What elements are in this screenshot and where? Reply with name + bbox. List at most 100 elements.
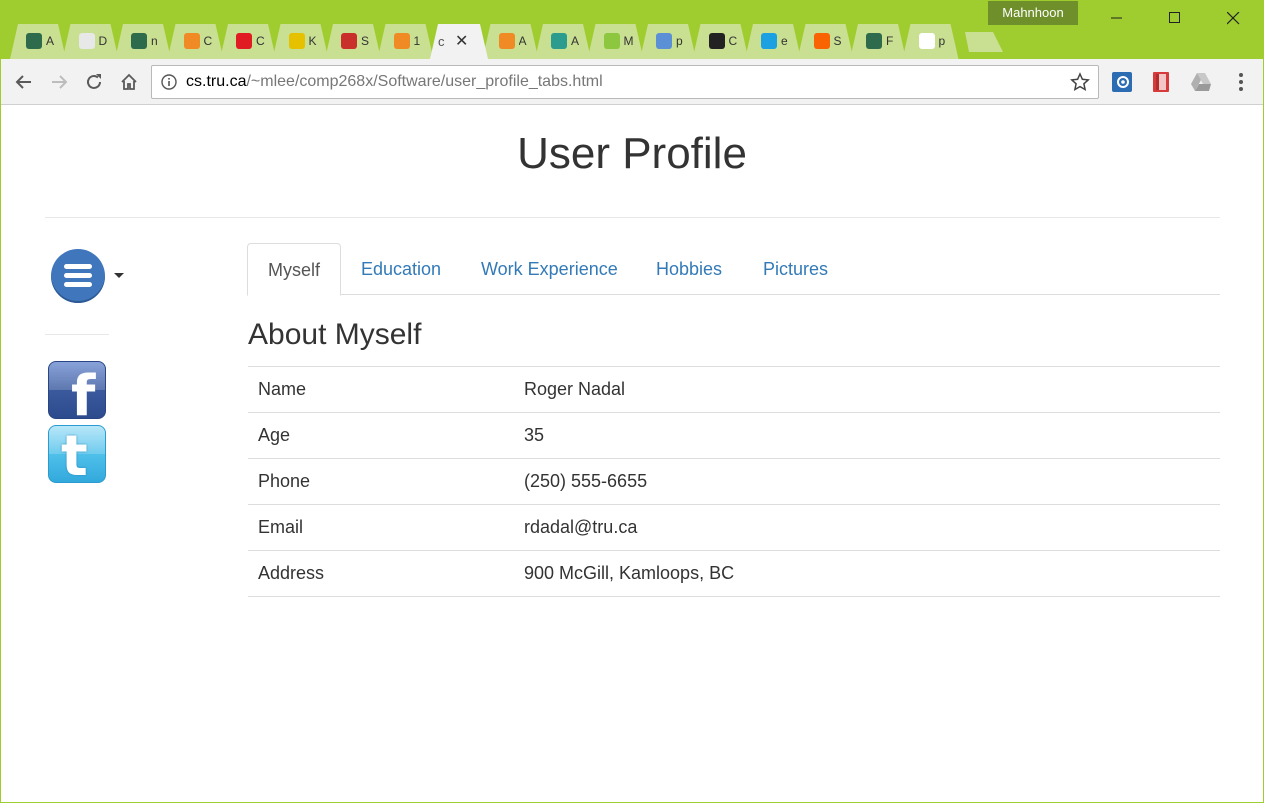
- facebook-link[interactable]: f: [48, 361, 106, 419]
- table-row: Phone (250) 555-6655: [248, 458, 1220, 505]
- browser-toolbar: cs.tru.ca/~mlee/comp268x/Software/user_p…: [1, 59, 1263, 105]
- minimize-icon: [1111, 17, 1122, 19]
- extension-book-icon[interactable]: [1150, 71, 1172, 93]
- browser-tab[interactable]: C: [168, 24, 224, 59]
- info-icon[interactable]: [161, 74, 177, 90]
- tab-pictures[interactable]: Pictures: [743, 243, 848, 295]
- back-button[interactable]: [12, 70, 36, 94]
- browser-tab[interactable]: C: [220, 24, 276, 59]
- tab-title: A: [571, 34, 580, 48]
- sphere-icon: [289, 33, 305, 49]
- browser-tab[interactable]: K: [273, 24, 329, 59]
- forward-button[interactable]: [47, 70, 71, 94]
- address-bar[interactable]: cs.tru.ca/~mlee/comp268x/Software/user_p…: [151, 65, 1099, 99]
- s-logo-icon: [341, 33, 357, 49]
- xampp-icon: [394, 33, 410, 49]
- profile-tabs: Myself Education Work Experience Hobbies…: [247, 243, 1220, 296]
- browser-tab[interactable]: 1: [378, 24, 434, 59]
- row-value: Roger Nadal: [524, 379, 626, 399]
- browser-tab[interactable]: A: [483, 24, 539, 59]
- arrow-right-icon: [52, 75, 68, 89]
- android-icon: [604, 33, 620, 49]
- home-button[interactable]: [117, 70, 141, 94]
- url-path: /~mlee/comp268x/Software/user_profile_ta…: [246, 73, 603, 90]
- table-row: Address 900 McGill, Kamloops, BC: [248, 550, 1220, 597]
- hamburger-menu-button[interactable]: [51, 249, 105, 303]
- hamburger-icon: [64, 264, 92, 269]
- maximize-icon: [1169, 12, 1180, 23]
- close-window-button[interactable]: [1204, 0, 1262, 36]
- table-row: Email rdadal@tru.ca: [248, 504, 1220, 551]
- extension-at-icon[interactable]: [1111, 71, 1133, 93]
- e-logo-icon: [761, 33, 777, 49]
- hamburger-icon-bar: [64, 282, 92, 287]
- tab-title: C: [728, 34, 738, 48]
- profile-badge[interactable]: Mahnhoon: [988, 1, 1078, 25]
- close-icon: [1226, 11, 1239, 24]
- browser-tab[interactable]: S: [798, 24, 854, 59]
- row-label: Email: [258, 517, 304, 537]
- tab-work-experience[interactable]: Work Experience: [461, 243, 638, 295]
- tab-hobbies[interactable]: Hobbies: [636, 243, 742, 295]
- hamburger-icon-bar: [64, 273, 92, 278]
- tab-title: p: [676, 34, 683, 48]
- reload-button[interactable]: [82, 70, 106, 94]
- close-tab-icon[interactable]: ✕: [455, 31, 468, 51]
- row-value: 35: [524, 425, 545, 445]
- tab-title: M: [623, 34, 634, 48]
- tab-title: C: [203, 34, 213, 48]
- browser-tab[interactable]: A: [10, 24, 66, 59]
- bookmark-star-icon[interactable]: [1070, 72, 1090, 92]
- tab-title: e: [781, 34, 788, 48]
- arrow-left-icon: [15, 75, 31, 89]
- browser-tab[interactable]: F: [850, 24, 906, 59]
- row-value: (250) 555-6655: [524, 471, 648, 491]
- page-title: User Profile: [517, 129, 747, 178]
- browser-tab[interactable]: S: [325, 24, 381, 59]
- infinity-icon: [499, 33, 515, 49]
- row-value: 900 McGill, Kamloops, BC: [524, 563, 735, 583]
- minimize-button[interactable]: [1088, 0, 1146, 36]
- table-row: Age 35: [248, 412, 1220, 459]
- tab-title: 1: [413, 34, 421, 48]
- divider: [45, 217, 1220, 218]
- caret-down-icon[interactable]: [114, 273, 124, 278]
- browser-tab[interactable]: A: [535, 24, 591, 59]
- tab-title: p: [938, 34, 946, 48]
- twitter-icon: t: [61, 425, 88, 483]
- new-tab-button[interactable]: [959, 32, 1003, 52]
- tab-title: D: [98, 34, 108, 48]
- tab-education[interactable]: Education: [341, 243, 461, 295]
- browser-tab[interactable]: e: [745, 24, 801, 59]
- google-drive-icon[interactable]: [1190, 71, 1212, 93]
- browser-tab[interactable]: D: [63, 24, 119, 59]
- browser-tab[interactable]: C: [693, 24, 749, 59]
- twitter-link[interactable]: t: [48, 425, 106, 483]
- maximize-button[interactable]: [1146, 0, 1204, 36]
- tab-title: K: [308, 34, 317, 48]
- tru-shield-icon: [866, 33, 882, 49]
- home-icon: [121, 73, 137, 90]
- row-label: Name: [258, 379, 307, 399]
- menu-dots-icon[interactable]: [1231, 71, 1251, 93]
- browser-tab[interactable]: p: [903, 24, 959, 59]
- row-label: Age: [258, 425, 291, 445]
- browser-tab-active[interactable]: c ✕: [430, 24, 488, 59]
- tab-title: F: [886, 34, 894, 48]
- facebook-icon: f: [71, 364, 96, 419]
- tab-myself[interactable]: Myself: [247, 243, 342, 296]
- table-row: Name Roger Nadal: [248, 366, 1220, 413]
- tab-title: A: [46, 34, 55, 48]
- home-depot-icon: [814, 33, 830, 49]
- row-label: Address: [258, 563, 325, 583]
- tru-shield-icon: [26, 33, 42, 49]
- tab-title: S: [833, 34, 842, 48]
- xampp-icon: [184, 33, 200, 49]
- tab-title: A: [518, 34, 527, 48]
- tab-title: S: [361, 34, 370, 48]
- browser-tab[interactable]: p: [640, 24, 696, 59]
- sidebar-divider: [45, 334, 109, 335]
- browser-tab[interactable]: n: [115, 24, 171, 59]
- browser-tab[interactable]: M: [588, 24, 644, 59]
- url-text: cs.tru.ca/~mlee/comp268x/Software/user_p…: [186, 73, 603, 91]
